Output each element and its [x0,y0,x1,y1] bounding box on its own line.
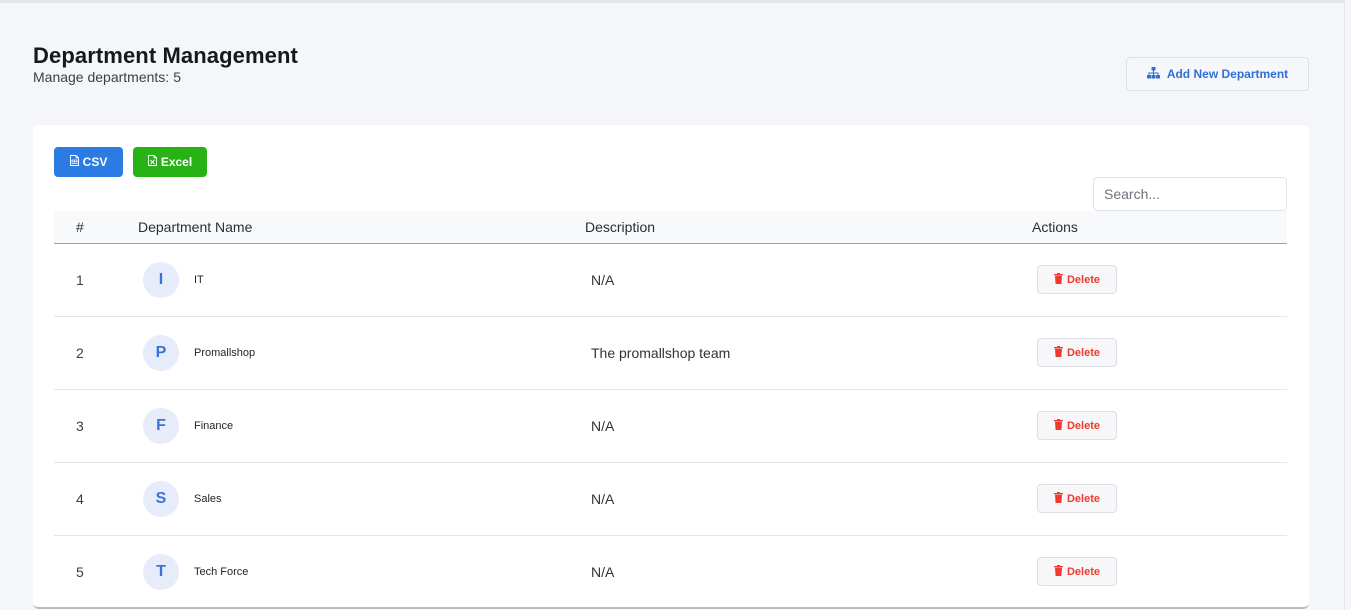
delete-label: Delete [1066,273,1101,286]
search-input[interactable] [1093,177,1287,211]
table-row: 4 S Sales N/A Delete [54,463,1287,536]
subtitle-label: Manage departments: [33,69,170,85]
row-number: 1 [76,272,84,288]
trash-icon [1053,345,1063,360]
table-row: 5 T Tech Force N/A Delete [54,536,1287,609]
row-number: 4 [76,491,84,507]
department-description: N/A [591,491,615,507]
department-description: N/A [591,272,615,288]
department-avatar: I [143,262,179,298]
department-count: 5 [173,69,181,85]
column-header-department-name[interactable]: Department Name [138,219,252,235]
delete-button[interactable]: Delete [1037,265,1117,294]
delete-label: Delete [1066,565,1101,578]
departments-card: CSV Excel # Department Name Description … [33,125,1309,609]
trash-icon [1053,272,1063,287]
delete-button[interactable]: Delete [1037,484,1117,513]
table-header: # Department Name Description Actions [54,211,1287,244]
export-excel-button[interactable]: Excel [133,147,207,177]
department-avatar: P [143,335,179,371]
file-excel-icon [147,155,157,169]
delete-button[interactable]: Delete [1037,557,1117,586]
trash-icon [1053,491,1063,506]
trash-icon [1053,418,1063,433]
delete-button[interactable]: Delete [1037,411,1117,440]
page-title: Department Management [33,43,298,68]
table-body: 1 I IT N/A Delete 2 P Promallshop The pr… [54,244,1287,609]
department-name: Tech Force [194,566,249,578]
row-number: 5 [76,564,84,580]
department-avatar: T [143,554,179,590]
department-name: IT [194,274,204,286]
department-name: Sales [194,493,222,505]
scrollbar[interactable] [1344,0,1351,610]
department-avatar: F [143,408,179,444]
delete-label: Delete [1066,419,1101,432]
file-csv-icon [69,155,79,169]
department-name: Promallshop [194,347,256,359]
table-row: 3 F Finance N/A Delete [54,390,1287,463]
delete-label: Delete [1066,492,1101,505]
row-number: 3 [76,418,84,434]
department-avatar: S [143,481,179,517]
column-header-actions: Actions [1032,219,1078,235]
row-number: 2 [76,345,84,361]
excel-label: Excel [160,155,193,169]
department-description: N/A [591,564,615,580]
table-row: 2 P Promallshop The promallshop team Del… [54,317,1287,390]
add-new-department-label: Add New Department [1166,67,1289,81]
delete-label: Delete [1066,346,1101,359]
department-name: Finance [194,420,234,432]
page-subtitle: Manage departments: 5 [33,69,181,85]
table-row: 1 I IT N/A Delete [54,244,1287,317]
top-divider [0,0,1351,3]
column-header-description[interactable]: Description [585,219,655,235]
department-description: The promallshop team [591,345,731,361]
delete-button[interactable]: Delete [1037,338,1117,367]
sitemap-icon [1146,66,1160,82]
csv-label: CSV [82,155,108,169]
column-header-number[interactable]: # [76,219,84,235]
trash-icon [1053,564,1063,579]
department-description: N/A [591,418,615,434]
add-new-department-button[interactable]: Add New Department [1126,57,1309,91]
export-csv-button[interactable]: CSV [54,147,123,177]
